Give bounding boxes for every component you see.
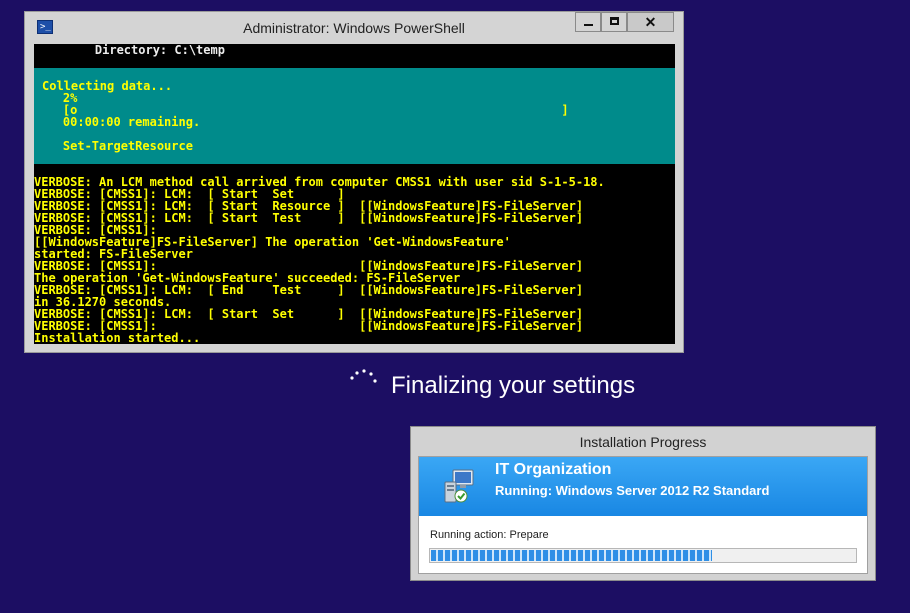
- minimize-button[interactable]: [575, 12, 601, 32]
- finalizing-text: Finalizing your settings: [391, 372, 636, 399]
- installer-computer-icon: [444, 469, 474, 503]
- directory-line: Directory: C:\temp: [66, 44, 225, 57]
- maximize-icon: [610, 17, 619, 25]
- spinner-icon: [350, 369, 377, 383]
- installation-progress-title: Installation Progress: [579, 434, 707, 450]
- console-line: Installation started...: [34, 331, 201, 344]
- running-action: Running action: Prepare: [430, 529, 549, 541]
- powershell-window[interactable]: >_ Administrator: Windows PowerShell ✕ D…: [24, 11, 684, 353]
- installation-progress-body: IT Organization Running: Windows Server …: [418, 456, 868, 574]
- progress-area: Collecting data... 2% [o ] 00:00:00 rema…: [34, 68, 675, 164]
- powershell-titlebar[interactable]: >_ Administrator: Windows PowerShell ✕: [25, 12, 683, 44]
- console-output[interactable]: Directory: C:\temp Collecting data... 2%…: [34, 44, 675, 344]
- progress-operation: Set-TargetResource: [34, 139, 193, 153]
- installation-header: IT Organization Running: Windows Server …: [419, 457, 867, 516]
- running-task: Running: Windows Server 2012 R2 Standard: [495, 483, 770, 498]
- maximize-button[interactable]: [601, 12, 627, 32]
- organization-name: IT Organization: [495, 461, 612, 478]
- installation-progress-fill: [431, 550, 713, 561]
- close-button[interactable]: ✕: [627, 12, 674, 32]
- installation-progress-window[interactable]: Installation Progress IT Organization Ru…: [410, 426, 876, 581]
- progress-remaining: 00:00:00 remaining.: [34, 115, 201, 129]
- close-icon: ✕: [644, 14, 657, 30]
- minimize-icon: [584, 24, 593, 26]
- installation-progress-bar: [429, 548, 857, 563]
